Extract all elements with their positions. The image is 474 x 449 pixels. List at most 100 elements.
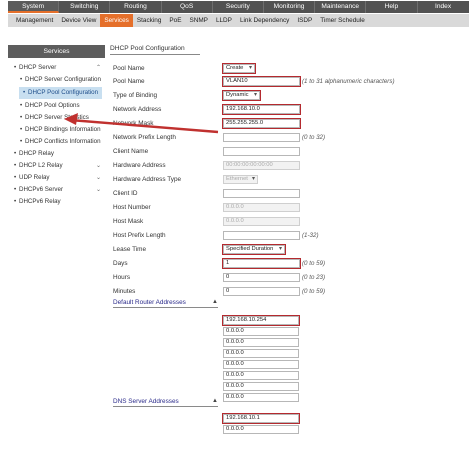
field-label: Client ID: [113, 190, 138, 197]
field-hint: (0 to 23): [302, 274, 326, 281]
subtab-services[interactable]: Services: [100, 14, 133, 27]
days-input[interactable]: 1: [222, 258, 301, 269]
subtab-poe[interactable]: PoE: [165, 14, 185, 27]
top-menu-bar: System Switching Routing QoS Security Mo…: [8, 1, 469, 13]
sidebar-item-label: DHCPv6 Relay: [19, 198, 61, 205]
tab-security[interactable]: Security: [213, 1, 264, 13]
sidebar-item-dhcp-l2-relay[interactable]: • DHCP L2 Relay ⌄: [8, 160, 105, 172]
tab-qos[interactable]: QoS: [162, 1, 213, 13]
row-pool-name-select: Pool Name Create: [110, 63, 469, 74]
row-hardware-address: Hardware Address 00:00:00:00:00:00: [110, 161, 469, 171]
client-id-input[interactable]: [223, 189, 300, 198]
field-label: Hours: [113, 274, 131, 281]
field-label: Minutes: [113, 288, 136, 295]
sidebar-item-label: DHCP Conflicts Information: [25, 138, 101, 145]
subtab-timer-schedule[interactable]: Timer Schedule: [316, 14, 369, 27]
router-address-1-input[interactable]: 192.168.10.254: [222, 315, 300, 326]
tab-switching[interactable]: Switching: [59, 1, 111, 13]
router-address-2-input[interactable]: 0.0.0.0: [223, 327, 299, 336]
row-network-address: Network Address 192.168.10.0: [110, 104, 469, 115]
sidebar-item-label: DHCP Pool Configuration: [28, 89, 99, 96]
sidebar-title: Services: [8, 45, 105, 58]
chevron-down-icon[interactable]: ⌄: [96, 186, 101, 194]
hours-input[interactable]: 0: [223, 273, 300, 282]
field-label: Host Prefix Length: [113, 232, 166, 239]
sub-menu-bar: Management Device View Services Stacking…: [8, 14, 469, 27]
subtab-link-dependency[interactable]: Link Dependency: [236, 14, 293, 27]
sidebar-item-dhcpv6-relay[interactable]: • DHCPv6 Relay: [8, 196, 105, 208]
subtab-stacking[interactable]: Stacking: [133, 14, 166, 27]
sidebar-item-label: DHCP Pool Options: [25, 102, 80, 109]
tab-index[interactable]: Index: [418, 1, 469, 13]
sidebar-item-label: DHCP Server: [19, 64, 57, 71]
sidebar-item-dhcp-server-configuration[interactable]: • DHCP Server Configuration: [8, 74, 105, 86]
sidebar-item-dhcp-server-statistics[interactable]: • DHCP Server Statistics: [8, 112, 105, 124]
host-mask-input[interactable]: 0.0.0.0: [223, 217, 300, 226]
hardware-type-select[interactable]: Ethernet: [223, 175, 258, 184]
row-network-prefix-length: Network Prefix Length (0 to 32): [110, 133, 469, 143]
subtab-device-view[interactable]: Device View: [57, 14, 100, 27]
field-hint: (0 to 32): [302, 134, 326, 141]
sidebar-item-dhcp-bindings-information[interactable]: • DHCP Bindings Information: [8, 124, 105, 136]
field-label: Lease Time: [113, 246, 147, 253]
subtab-isdp[interactable]: ISDP: [293, 14, 316, 27]
sidebar-item-dhcp-pool-configuration[interactable]: • DHCP Pool Configuration: [19, 87, 102, 99]
chevron-up-icon[interactable]: ⌃: [96, 64, 101, 72]
sidebar-item-label: UDP Relay: [19, 174, 50, 181]
sidebar-item-label: DHCP Server Statistics: [25, 114, 89, 121]
sidebar-item-dhcpv6-server[interactable]: • DHCPv6 Server ⌄: [8, 184, 105, 196]
sidebar-item-label: DHCP Bindings Information: [25, 126, 101, 133]
router-address-6-input[interactable]: 0.0.0.0: [223, 371, 299, 380]
dns-address-1-input[interactable]: 192.168.10.1: [222, 413, 300, 424]
tab-monitoring[interactable]: Monitoring: [264, 1, 316, 13]
sidebar-item-dhcp-pool-options[interactable]: • DHCP Pool Options: [8, 100, 105, 112]
router-address-4-input[interactable]: 0.0.0.0: [223, 349, 299, 358]
field-label: Network Prefix Length: [113, 134, 176, 141]
field-label: Hardware Address Type: [113, 176, 182, 183]
host-prefix-input[interactable]: [223, 231, 300, 240]
host-number-input[interactable]: 0.0.0.0: [223, 203, 300, 212]
row-client-name: Client Name: [110, 147, 469, 157]
lease-time-select[interactable]: Specified Duration: [222, 244, 286, 255]
sidebar-item-label: DHCPv6 Server: [19, 186, 64, 193]
default-router-section-header[interactable]: Default Router Addresses ▲: [113, 298, 218, 308]
network-address-input[interactable]: 192.168.10.0: [222, 104, 301, 115]
router-address-5-input[interactable]: 0.0.0.0: [223, 360, 299, 369]
subtab-snmp[interactable]: SNMP: [185, 14, 211, 27]
field-label: Pool Name: [113, 78, 145, 85]
pool-name-select[interactable]: Create: [222, 63, 256, 74]
sidebar: Services • DHCP Server ⌃ • DHCP Server Con…: [8, 45, 105, 208]
main-panel: DHCP Pool Configuration Pool Name Create…: [110, 45, 469, 434]
router-address-3-input[interactable]: 0.0.0.0: [223, 338, 299, 347]
sidebar-item-dhcp-server[interactable]: • DHCP Server ⌃: [8, 62, 105, 74]
network-prefix-input[interactable]: [223, 133, 300, 142]
row-hours: Hours 0 (0 to 23): [110, 273, 469, 283]
router-address-8-input[interactable]: 0.0.0.0: [223, 393, 299, 402]
minutes-input[interactable]: 0: [223, 287, 300, 296]
collapse-icon[interactable]: ▲: [212, 298, 218, 307]
tab-maintenance[interactable]: Maintenance: [315, 1, 367, 13]
hardware-address-input[interactable]: 00:00:00:00:00:00: [223, 161, 300, 170]
row-minutes: Minutes 0 (0 to 59): [110, 287, 469, 297]
row-lease-time: Lease Time Specified Duration: [110, 244, 469, 255]
sidebar-item-dhcp-relay[interactable]: • DHCP Relay: [8, 148, 105, 160]
tab-help[interactable]: Help: [366, 1, 418, 13]
router-address-7-input[interactable]: 0.0.0.0: [223, 382, 299, 391]
collapse-icon[interactable]: ▲: [212, 397, 218, 406]
subtab-lldp[interactable]: LLDP: [212, 14, 236, 27]
sidebar-item-udp-relay[interactable]: • UDP Relay ⌄: [8, 172, 105, 184]
chevron-down-icon[interactable]: ⌄: [96, 174, 101, 182]
network-mask-input[interactable]: 255.255.255.0: [222, 118, 301, 129]
client-name-input[interactable]: [223, 147, 300, 156]
binding-type-select[interactable]: Dynamic: [222, 90, 261, 101]
dns-server-section-header[interactable]: DNS Server Addresses ▲: [113, 397, 218, 407]
subtab-management[interactable]: Management: [12, 14, 57, 27]
sidebar-item-dhcp-conflicts-information[interactable]: • DHCP Conflicts Information: [8, 136, 105, 148]
page-title: DHCP Pool Configuration: [110, 45, 200, 55]
tab-system[interactable]: System: [8, 1, 60, 13]
tab-routing[interactable]: Routing: [110, 1, 162, 13]
pool-name-input[interactable]: VLAN10: [222, 76, 301, 87]
dns-address-2-input[interactable]: 0.0.0.0: [223, 425, 299, 434]
chevron-down-icon[interactable]: ⌄: [96, 162, 101, 170]
field-label: Hardware Address: [113, 162, 166, 169]
